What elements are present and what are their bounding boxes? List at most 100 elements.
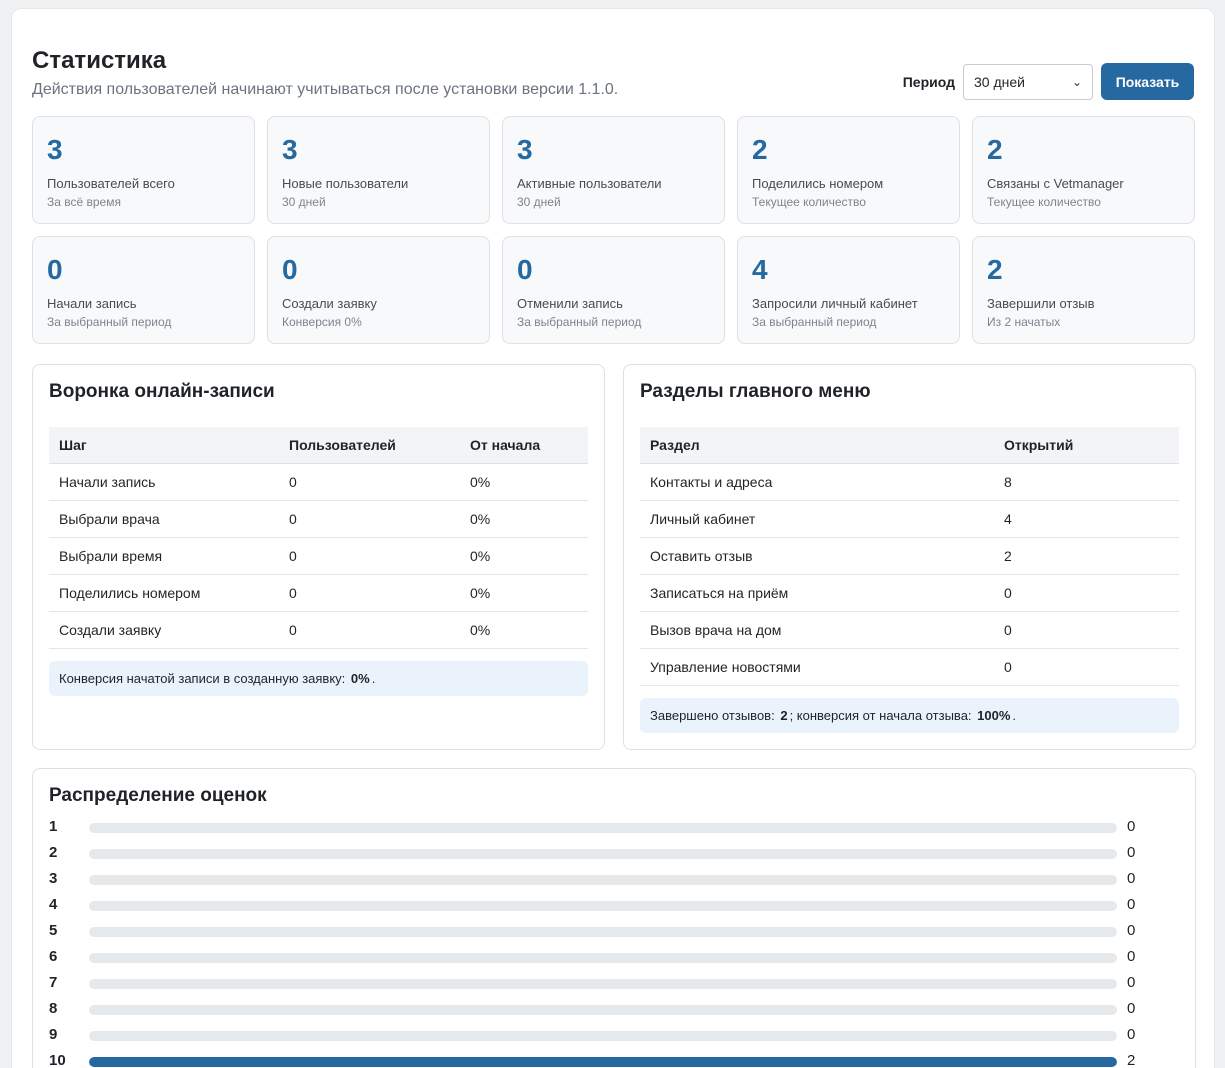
table-cell: Управление новостями <box>640 648 994 686</box>
funnel-note-end: . <box>371 671 376 686</box>
table-row: Контакты и адреса 8 <box>640 463 1179 501</box>
rating-bar-track <box>89 823 1117 833</box>
table-row: Начали запись 0 0% <box>49 463 588 501</box>
stat-value: 3 <box>517 134 533 165</box>
stat-card: 3 Активные пользователи 30 дней <box>502 116 725 224</box>
stat-value: 0 <box>282 254 298 285</box>
table-cell: 0 <box>279 463 460 501</box>
stat-label: Активные пользователи <box>517 176 662 191</box>
rating-count: 0 <box>1127 870 1136 887</box>
rating-count: 2 <box>1127 1052 1136 1068</box>
stat-label: Отменили запись <box>517 296 623 311</box>
table-row: Оставить отзыв 2 <box>640 537 1179 575</box>
rating-count: 0 <box>1127 974 1136 991</box>
table-cell: 0% <box>460 574 588 612</box>
rating-score: 9 <box>49 1026 58 1043</box>
stat-label: Создали заявку <box>282 296 377 311</box>
stat-sub: За выбранный период <box>517 315 642 329</box>
menu-sections-table: Раздел Открытий Контакты и адреса 8 Личн… <box>640 427 1179 686</box>
show-button[interactable]: Показать <box>1101 63 1194 100</box>
stat-label: Начали запись <box>47 296 137 311</box>
table-header-row: Раздел Открытий <box>640 427 1179 464</box>
table-row: Выбрали время 0 0% <box>49 537 588 575</box>
period-label: Период <box>902 73 955 90</box>
stat-card: 0 Создали заявку Конверсия 0% <box>267 236 490 344</box>
rating-score: 1 <box>49 818 58 835</box>
table-cell: 4 <box>994 500 1179 538</box>
rating-row: 50 <box>49 922 1149 942</box>
table-cell: 0 <box>279 574 460 612</box>
table-cell: 0 <box>279 611 460 649</box>
stat-value: 4 <box>752 254 768 285</box>
stat-sub: Из 2 начатых <box>987 315 1061 329</box>
table-header-row: Шаг Пользователей От начала <box>49 427 588 464</box>
stat-label: Поделились номером <box>752 176 884 191</box>
rating-score: 6 <box>49 948 58 965</box>
rating-row: 90 <box>49 1026 1149 1046</box>
stat-label: Запросили личный кабинет <box>752 296 918 311</box>
table-cell: Оставить отзыв <box>640 537 994 575</box>
table-cell: Поделились номером <box>49 574 279 612</box>
rating-bar-track <box>89 901 1117 911</box>
stat-value: 3 <box>282 134 298 165</box>
rating-bar-fill <box>89 1057 1117 1067</box>
stat-sub: За выбранный период <box>752 315 877 329</box>
menu-sections-title: Разделы главного меню <box>640 381 871 402</box>
rating-row: 60 <box>49 948 1149 968</box>
table-row: Управление новостями 0 <box>640 648 1179 686</box>
period-select[interactable]: 30 дней ⌄ <box>963 63 1093 100</box>
stat-value: 2 <box>987 254 1003 285</box>
stat-card: 3 Новые пользователи 30 дней <box>267 116 490 224</box>
period-filter: Период 30 дней ⌄ Показать <box>903 63 1194 100</box>
ratings-panel: Распределение оценок 1020304050607080901… <box>32 768 1196 1068</box>
table-cell: 0 <box>994 611 1179 649</box>
stat-card: 4 Запросили личный кабинет За выбранный … <box>737 236 960 344</box>
rating-bar-track <box>89 1005 1117 1015</box>
table-cell: Начали запись <box>49 463 279 501</box>
funnel-note-value: 0% <box>350 671 370 686</box>
table-row: Создали заявку 0 0% <box>49 611 588 649</box>
stat-label: Новые пользователи <box>282 176 409 191</box>
stat-label: Пользователей всего <box>47 176 175 191</box>
rating-score: 3 <box>49 870 58 887</box>
chevron-down-icon: ⌄ <box>1071 74 1082 89</box>
table-cell: Создали заявку <box>49 611 279 649</box>
note-conversion-value: 100% <box>977 708 1011 723</box>
table-cell: Выбрали врача <box>49 500 279 538</box>
stat-value: 3 <box>47 134 63 165</box>
rating-bar-track <box>89 953 1117 963</box>
rating-count: 0 <box>1127 844 1136 861</box>
rating-row: 40 <box>49 896 1149 916</box>
table-cell: Вызов врача на дом <box>640 611 994 649</box>
table-row: Вызов врача на дом 0 <box>640 611 1179 649</box>
rating-score: 4 <box>49 896 58 913</box>
stat-sub: За выбранный период <box>47 315 172 329</box>
rating-bar-track <box>89 849 1117 859</box>
rating-count: 0 <box>1127 1026 1136 1043</box>
note-end: . <box>1012 708 1017 723</box>
stat-value: 2 <box>987 134 1003 165</box>
rating-row: 10 <box>49 818 1149 838</box>
stat-card: 2 Поделились номером Текущее количество <box>737 116 960 224</box>
note-conversion-text: ; конверсия от начала отзыва: <box>789 708 972 723</box>
column-header: Раздел <box>640 427 994 464</box>
table-row: Выбрали врача 0 0% <box>49 500 588 538</box>
rating-bar-track <box>89 875 1117 885</box>
rating-row: 30 <box>49 870 1149 890</box>
statistics-page: Статистика Действия пользователей начина… <box>11 8 1215 1068</box>
rating-score: 10 <box>49 1052 66 1068</box>
rating-row: 70 <box>49 974 1149 994</box>
table-cell: 0% <box>460 463 588 501</box>
stat-label: Связаны с Vetmanager <box>987 176 1124 191</box>
stat-value: 2 <box>752 134 768 165</box>
stat-sub: Текущее количество <box>987 195 1101 209</box>
rating-row: 10 2 <box>49 1052 1149 1068</box>
table-cell: Личный кабинет <box>640 500 994 538</box>
rating-count: 0 <box>1127 818 1136 835</box>
note-reviews-text: Завершено отзывов: <box>650 708 775 723</box>
stat-value: 0 <box>517 254 533 285</box>
table-cell: 2 <box>994 537 1179 575</box>
rating-count: 0 <box>1127 1000 1136 1017</box>
column-header: Открытий <box>994 427 1179 464</box>
rating-bar-track <box>89 1057 1117 1067</box>
